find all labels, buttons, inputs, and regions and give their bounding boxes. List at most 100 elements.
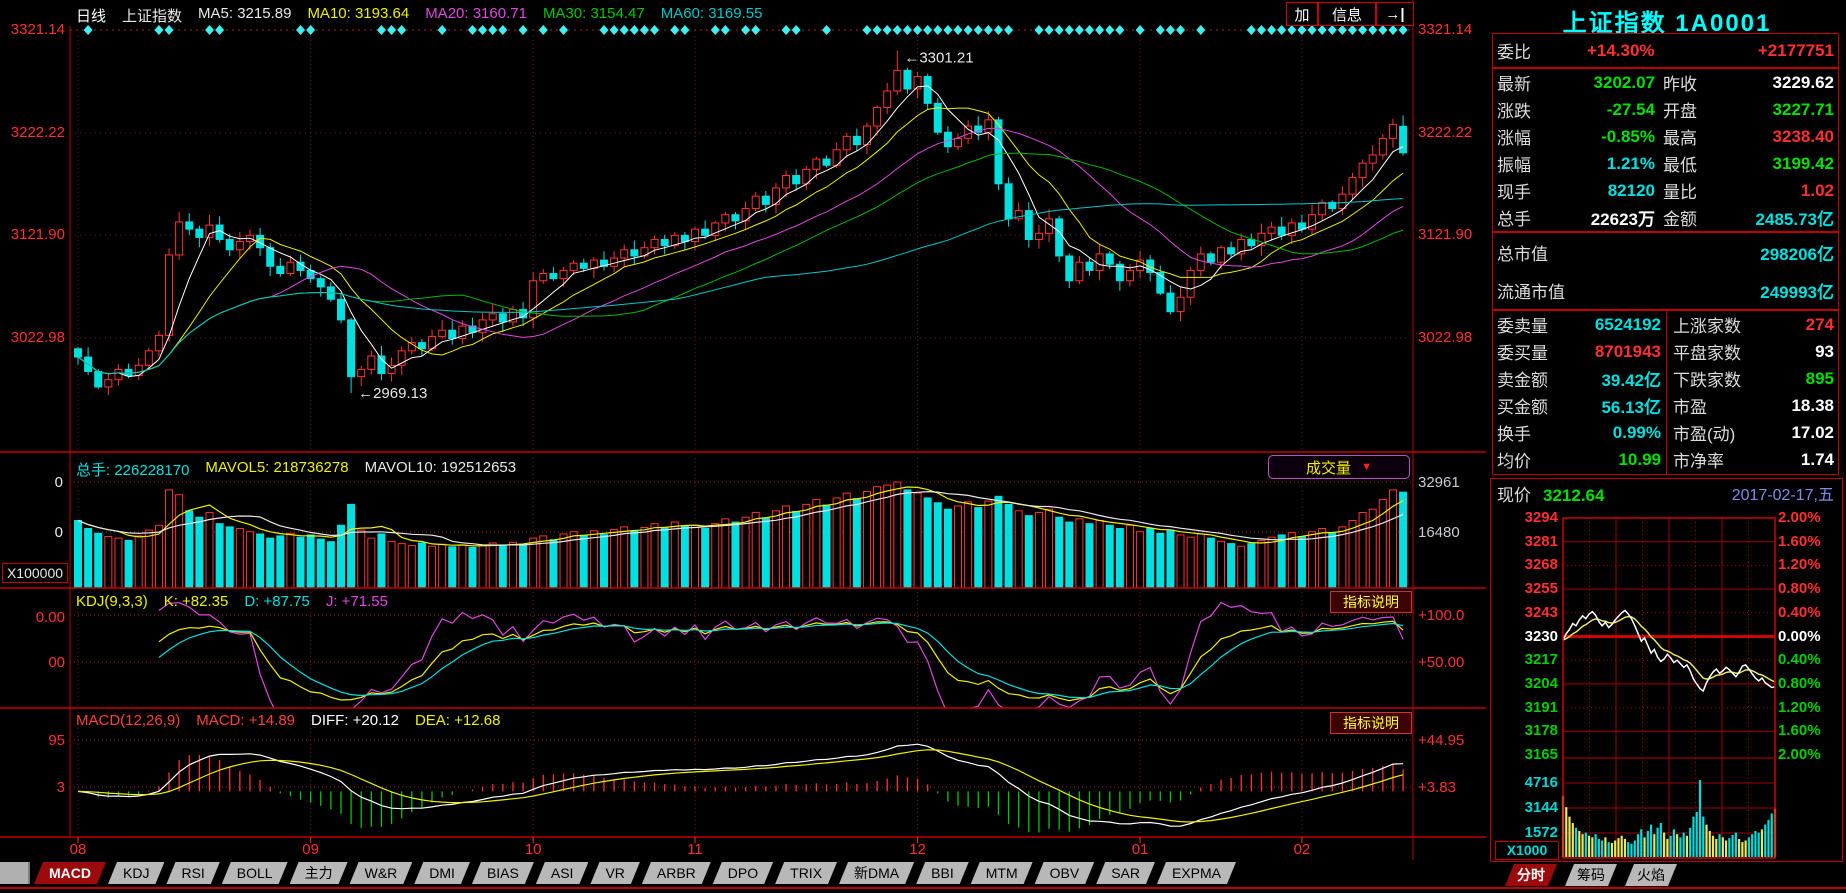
quote-label: 17.02: [1753, 423, 1838, 443]
add-indicator-button[interactable]: 加: [1286, 2, 1318, 26]
signal-diamond-icon: [1297, 25, 1306, 35]
signal-diamond-icon: [468, 25, 477, 35]
chevron-down-icon: ▼: [1361, 461, 1372, 473]
quote-value: -0.85%: [1551, 127, 1659, 147]
tab-indicator-dpo[interactable]: DPO: [713, 862, 773, 884]
arrow-glyph: →|: [1385, 6, 1404, 23]
intraday-tab-筹码[interactable]: 筹码: [1565, 864, 1617, 886]
signal-diamond-icon: [903, 25, 912, 35]
signal-diamond-icon: [1358, 25, 1367, 35]
breadth-row: 市盈(动)17.02: [1669, 419, 1838, 446]
signal-diamond-icon: [1267, 25, 1276, 35]
intraday-price-label: 3204: [1492, 676, 1558, 691]
signal-diamond-icon: [1257, 25, 1266, 35]
tab-indicator-vr[interactable]: VR: [590, 862, 639, 884]
quote-label: 最新: [1493, 70, 1551, 95]
quote-label: 现手: [1493, 178, 1551, 203]
signal-diamond-icon: [397, 25, 406, 35]
intraday-vol-label: 4716: [1492, 775, 1558, 790]
quote-label: 总手: [1493, 205, 1551, 230]
market-cap-row: 流通市值249993亿: [1493, 271, 1838, 309]
signal-diamond-icon: [822, 25, 831, 35]
quote-label: 最低: [1659, 151, 1719, 176]
header-segment: MA20: 3160.71: [425, 5, 527, 26]
signal-diamond-icon: [862, 25, 871, 35]
tab-indicator-mtm[interactable]: MTM: [971, 862, 1033, 884]
signal-diamond-icon: [1368, 25, 1377, 35]
signal-diamond-icon: [751, 25, 760, 35]
tab-indicator-asi[interactable]: ASI: [536, 862, 589, 884]
tab-indicator-boll[interactable]: BOLL: [222, 862, 288, 884]
intraday-price-label: 3178: [1492, 723, 1558, 738]
price-axis-label-left: 3121.90: [3, 227, 65, 242]
info-button[interactable]: 信息: [1318, 2, 1376, 26]
signal-diamond-icon: [387, 25, 396, 35]
intraday-pct-label: 0.80%: [1778, 581, 1821, 596]
quote-label: 市净率: [1669, 447, 1753, 472]
tab-indicator-主力[interactable]: 主力: [290, 862, 348, 884]
x-axis-month-label: 08: [66, 842, 90, 857]
signal-diamond-icon: [741, 25, 750, 35]
x-axis-month-label: 02: [1290, 842, 1314, 857]
tab-indicator-sar[interactable]: SAR: [1096, 862, 1155, 884]
quote-value: -27.54: [1551, 100, 1659, 120]
signal-diamond-icon: [640, 25, 649, 35]
add-button-label: 加: [1294, 4, 1309, 25]
macd-axis-label-left: 3: [3, 780, 65, 795]
intraday-price-label: 3191: [1492, 700, 1558, 715]
intraday-pct-label: 0.40%: [1778, 652, 1821, 667]
expand-arrow-icon[interactable]: →|: [1376, 2, 1414, 26]
signal-diamond-icon: [1277, 25, 1286, 35]
quote-label: 平盘家数: [1669, 339, 1753, 364]
info-button-label: 信息: [1332, 4, 1362, 25]
tab-indicator-kdj[interactable]: KDJ: [108, 862, 164, 884]
macd-indicator-help-button[interactable]: 指标说明: [1330, 712, 1412, 734]
signal-diamond-icon: [792, 25, 801, 35]
signal-diamond-icon: [913, 25, 922, 35]
kdj-axis-label: +100.0: [1418, 608, 1464, 623]
signal-diamond-icon: [670, 25, 679, 35]
tab-indicator-dmi[interactable]: DMI: [414, 862, 470, 884]
quote-label: 涨跌: [1493, 97, 1551, 122]
header-segment: D: +87.75: [244, 593, 309, 610]
intraday-tab-分时[interactable]: 分时: [1505, 864, 1557, 886]
header-segment: DIFF: +20.12: [311, 712, 399, 729]
price-axis-label-right: 3022.98: [1418, 330, 1472, 345]
volume-indicator-dropdown[interactable]: 成交量 ▼: [1268, 455, 1410, 479]
quote-label: 均价: [1493, 447, 1555, 472]
tab-indicator-bbi[interactable]: BBI: [916, 862, 969, 884]
breadth-row: 市盈18.38: [1669, 392, 1838, 419]
header-segment: 上证指数: [122, 5, 182, 26]
intraday-tab-火焰[interactable]: 火焰: [1625, 864, 1677, 886]
intraday-pct-label: 2.00%: [1778, 747, 1821, 762]
quote-label: 上涨家数: [1669, 312, 1753, 337]
tab-indicator-rsi[interactable]: RSI: [166, 862, 219, 884]
tab-indicator-trix[interactable]: TRIX: [775, 862, 837, 884]
header-segment: MACD: +14.89: [196, 712, 295, 729]
tab-indicator-expma[interactable]: EXPMA: [1157, 862, 1236, 884]
breadth-row: 市净率1.74: [1669, 446, 1838, 473]
tab-indicator-新dma[interactable]: 新DMA: [839, 862, 914, 884]
tab-indicator-w&r[interactable]: W&R: [350, 862, 413, 884]
tabbar-scroll-stub[interactable]: [0, 862, 30, 884]
header-segment: K: +82.35: [164, 593, 229, 610]
quote-value: 22623万: [1551, 205, 1659, 230]
intraday-vol-label: 1572: [1492, 825, 1558, 840]
breadth-row: 换手0.99%: [1493, 419, 1665, 446]
macd-help-label: 指标说明: [1343, 713, 1399, 733]
signal-diamond-icon: [650, 25, 659, 35]
macd-axis-label-left: 95: [3, 733, 65, 748]
header-segment: 日线: [76, 5, 106, 26]
quote-main-box: 最新3202.07昨收3229.62涨跌-27.54开盘3227.71涨幅-0.…: [1492, 68, 1839, 232]
tab-indicator-obv[interactable]: OBV: [1035, 862, 1095, 884]
intraday-pct-label: 1.60%: [1778, 534, 1821, 549]
kdj-indicator-help-button[interactable]: 指标说明: [1330, 591, 1412, 613]
x-axis-month-label: 01: [1128, 842, 1152, 857]
intraday-price-label: 3255: [1492, 581, 1558, 596]
tab-indicator-arbr[interactable]: ARBR: [642, 862, 711, 884]
intraday-pct-label: 1.60%: [1778, 723, 1821, 738]
tab-indicator-macd[interactable]: MACD: [34, 862, 106, 884]
tab-indicator-bias[interactable]: BIAS: [472, 862, 534, 884]
signal-diamond-icon: [215, 25, 224, 35]
signal-diamond-icon: [1176, 25, 1185, 35]
